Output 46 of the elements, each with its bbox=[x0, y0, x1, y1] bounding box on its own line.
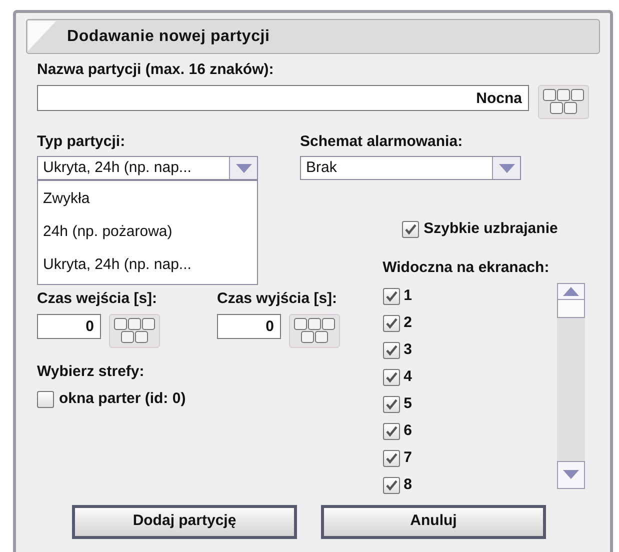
dropdown-option[interactable]: Ukryta, 24h (np. nap... bbox=[38, 249, 257, 282]
input-field[interactable]: 0 bbox=[37, 314, 101, 339]
scroll-down-icon[interactable] bbox=[563, 470, 579, 479]
checkbox[interactable] bbox=[382, 396, 400, 412]
checkbox[interactable] bbox=[382, 342, 400, 358]
keypad-button[interactable] bbox=[109, 314, 160, 348]
checkbox-label: 8 bbox=[404, 476, 412, 494]
field-label: Czas wejścia [s]: bbox=[37, 290, 158, 308]
field-label: Wybierz strefy: bbox=[37, 363, 146, 381]
input-field[interactable]: 0 bbox=[217, 314, 281, 339]
field-label: Widoczna na ekranach: bbox=[382, 258, 550, 276]
checkbox-label: 3 bbox=[404, 341, 412, 359]
field-label: Schemat alarmowania: bbox=[300, 133, 464, 151]
input-field[interactable]: Nocna bbox=[37, 85, 529, 111]
checkbox-label: 5 bbox=[404, 395, 412, 413]
dropdown[interactable]: Brak bbox=[300, 156, 521, 180]
checkbox[interactable] bbox=[382, 476, 400, 494]
field-label: Typ partycji: bbox=[37, 133, 126, 151]
checkbox[interactable] bbox=[382, 288, 400, 304]
field-label: Nazwa partycji (max. 16 znaków): bbox=[37, 61, 275, 79]
checkbox-label: Szybkie uzbrajanie bbox=[424, 219, 558, 239]
scrollbar[interactable] bbox=[557, 282, 585, 488]
dropdown-option[interactable]: Zwykła bbox=[38, 183, 257, 216]
dropdown[interactable]: Ukryta, 24h (np. nap... bbox=[37, 156, 258, 180]
action-button[interactable]: Anuluj bbox=[321, 504, 546, 538]
checkbox-label: okna parter (id: 0) bbox=[59, 390, 186, 408]
scroll-up-icon[interactable] bbox=[563, 286, 579, 296]
field-label: Czas wyjścia [s]: bbox=[217, 290, 338, 308]
action-button[interactable]: Dodaj partycję bbox=[72, 504, 297, 538]
checkbox-label: 4 bbox=[404, 368, 412, 386]
checkbox-label: 7 bbox=[404, 449, 412, 467]
keypad-button[interactable] bbox=[289, 314, 340, 348]
scrollbar-thumb[interactable] bbox=[557, 300, 585, 318]
dropdown-option[interactable]: 24h (np. pożarowa) bbox=[38, 216, 257, 249]
keypad-button[interactable] bbox=[538, 85, 589, 119]
checkbox-label: 6 bbox=[404, 422, 412, 440]
checkbox[interactable] bbox=[382, 368, 400, 386]
checkbox[interactable] bbox=[402, 220, 419, 238]
checkbox[interactable] bbox=[382, 314, 400, 332]
window-title: Dodawanie nowej partycji bbox=[67, 26, 270, 46]
checkbox[interactable] bbox=[382, 422, 400, 440]
checkbox-label: 1 bbox=[404, 287, 412, 305]
checkbox[interactable] bbox=[382, 450, 400, 466]
checkbox[interactable] bbox=[37, 390, 54, 408]
checkbox-label: 2 bbox=[404, 314, 412, 332]
corner-triangle-icon bbox=[28, 21, 58, 51]
